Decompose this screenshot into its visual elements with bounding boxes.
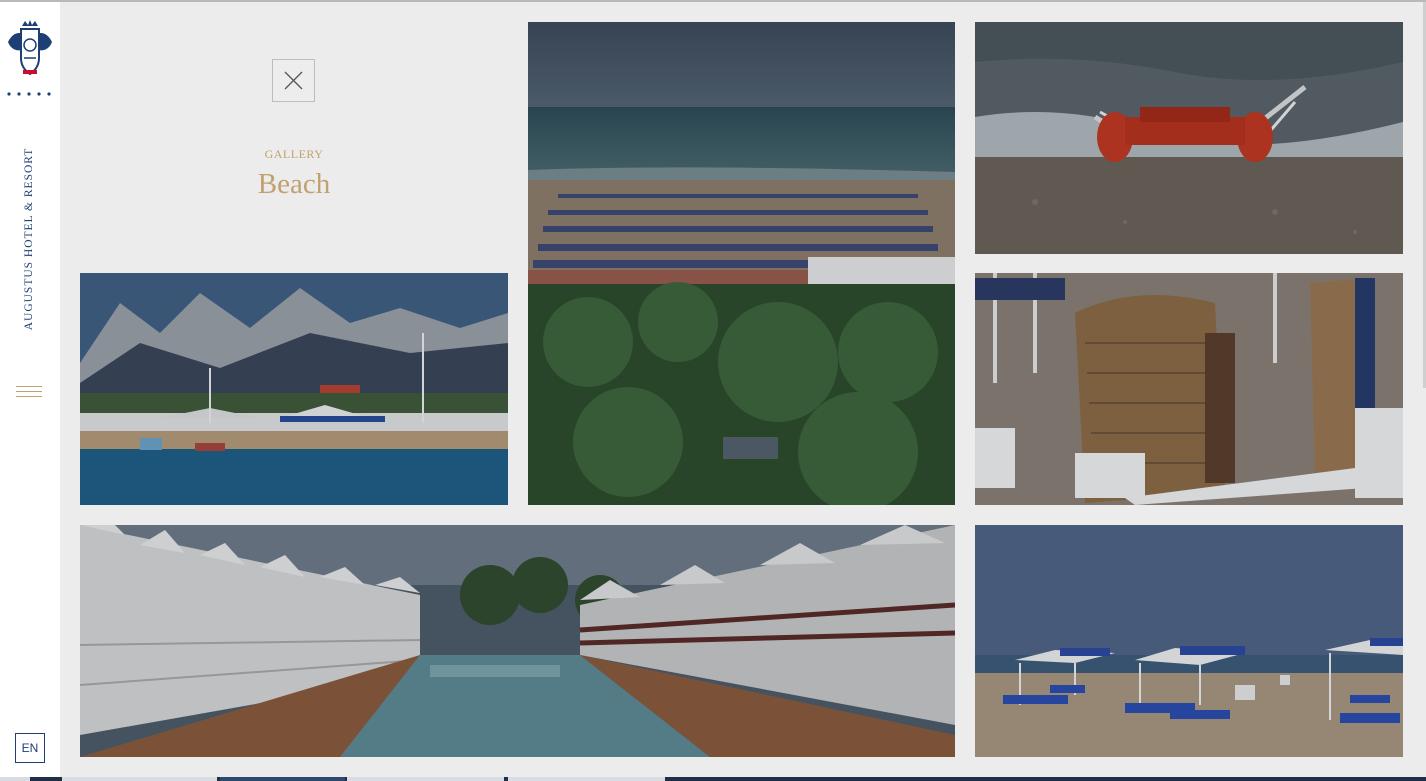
close-button[interactable] [272,59,315,102]
photo-mountains-beach-club[interactable] [80,273,508,505]
photo-pedalo[interactable] [975,22,1403,254]
beach-aerial-image [528,22,955,505]
hotel-crest-logo[interactable] [4,20,56,100]
hamburger-menu-icon[interactable] [16,384,42,400]
photo-beach-aerial[interactable] [528,22,955,505]
window-top-border [0,0,1426,2]
photo-wicker-chairs[interactable] [975,273,1403,505]
gallery-title: Beach [257,168,331,200]
gallery-label: GALLERY [264,147,324,161]
wicker-chairs-image [975,273,1403,505]
language-button[interactable]: EN [15,733,45,763]
brand-vertical-text: AUGUSTUS HOTEL & RESORT [23,147,35,331]
cabanas-pool-image [80,525,955,757]
sidebar: AUGUSTUS HOTEL & RESORT EN [0,2,60,777]
photo-umbrellas-loungers[interactable] [975,525,1403,757]
close-icon [284,71,303,90]
taskbar-strip [0,777,1426,781]
mountains-beach-image [80,273,508,505]
photo-cabanas-pool[interactable] [80,525,955,757]
umbrellas-loungers-image [975,525,1403,757]
pedalo-image [975,22,1403,254]
